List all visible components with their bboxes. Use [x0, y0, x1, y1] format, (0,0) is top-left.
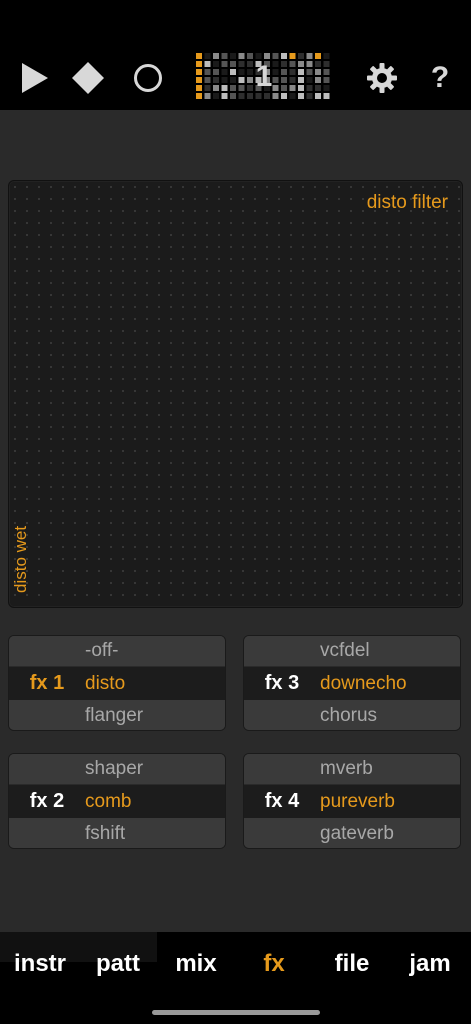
tab-jam[interactable]: jam [391, 950, 469, 984]
fx-option-prev[interactable]: vcfdel [244, 636, 460, 667]
fx-slot-label: fx 4 [264, 790, 300, 812]
fx-option-label: pureverb [320, 790, 395, 812]
fx-option-next[interactable]: gateverb [244, 818, 460, 848]
fx-option-label: flanger [85, 704, 144, 726]
fx-option-current[interactable]: fx 4 pureverb [244, 785, 460, 818]
tab-mix[interactable]: mix [157, 950, 235, 984]
fx-slot-3[interactable]: vcfdel fx 3 downecho chorus [243, 635, 461, 731]
xy-y-axis-label: disto wet [11, 525, 30, 593]
fx-option-current[interactable]: fx 2 comb [9, 785, 225, 818]
play-button[interactable] [12, 56, 56, 100]
fx-option-label: gateverb [320, 822, 394, 844]
fx-option-current[interactable]: fx 3 downecho [244, 667, 460, 700]
record-button[interactable] [126, 56, 170, 100]
fx-option-label: shaper [85, 758, 144, 779]
fx-slot-4[interactable]: mverb fx 4 pureverb gateverb [243, 753, 461, 849]
pattern-number: 1 [255, 60, 273, 93]
fx-option-label: disto [85, 672, 126, 694]
fx-slot-label: fx 1 [29, 672, 65, 694]
gear-icon [367, 63, 397, 93]
fx-option-prev[interactable]: shaper [9, 754, 225, 785]
fx-option-next[interactable]: fshift [9, 818, 225, 848]
tab-instr[interactable]: instr [0, 950, 80, 984]
tab-fx[interactable]: fx [235, 950, 313, 984]
help-icon: ? [430, 61, 450, 94]
fx-screen: disto filter disto wet -off- fx 1 disto … [0, 110, 471, 932]
stop-diamond-icon [72, 62, 104, 94]
fx-slot-label: fx 3 [264, 672, 300, 694]
fx-option-label: downecho [320, 672, 407, 694]
fx-option-label: comb [85, 790, 132, 812]
fx-slot-1[interactable]: -off- fx 1 disto flanger [8, 635, 226, 731]
settings-button[interactable] [360, 56, 404, 100]
fx-option-current[interactable]: fx 1 disto [9, 667, 225, 700]
pattern-display[interactable]: 1 [194, 52, 334, 102]
fx-slot-label: fx 2 [29, 790, 65, 812]
stop-button[interactable] [66, 56, 110, 100]
tab-file[interactable]: file [313, 950, 391, 984]
fx-option-label: chorus [320, 704, 378, 726]
fx-option-label: mverb [320, 758, 373, 779]
fx-option-label: -off- [85, 640, 119, 661]
fx-option-label: fshift [85, 822, 126, 844]
fx-option-label: vcfdel [320, 640, 370, 661]
fx-option-next[interactable]: flanger [9, 700, 225, 730]
xy-pad[interactable]: disto filter disto wet [8, 180, 463, 608]
record-circle-icon [134, 64, 162, 92]
xy-x-axis-label: disto filter [366, 192, 448, 213]
home-indicator [152, 1010, 320, 1015]
fx-slot-2[interactable]: shaper fx 2 comb fshift [8, 753, 226, 849]
fx-option-prev[interactable]: -off- [9, 636, 225, 667]
fx-option-next[interactable]: chorus [244, 700, 460, 730]
play-icon [22, 63, 48, 93]
top-toolbar: 1 ? [0, 0, 471, 110]
fx-option-prev[interactable]: mverb [244, 754, 460, 785]
tab-patt[interactable]: patt [78, 950, 158, 984]
help-button[interactable]: ? [418, 56, 462, 100]
